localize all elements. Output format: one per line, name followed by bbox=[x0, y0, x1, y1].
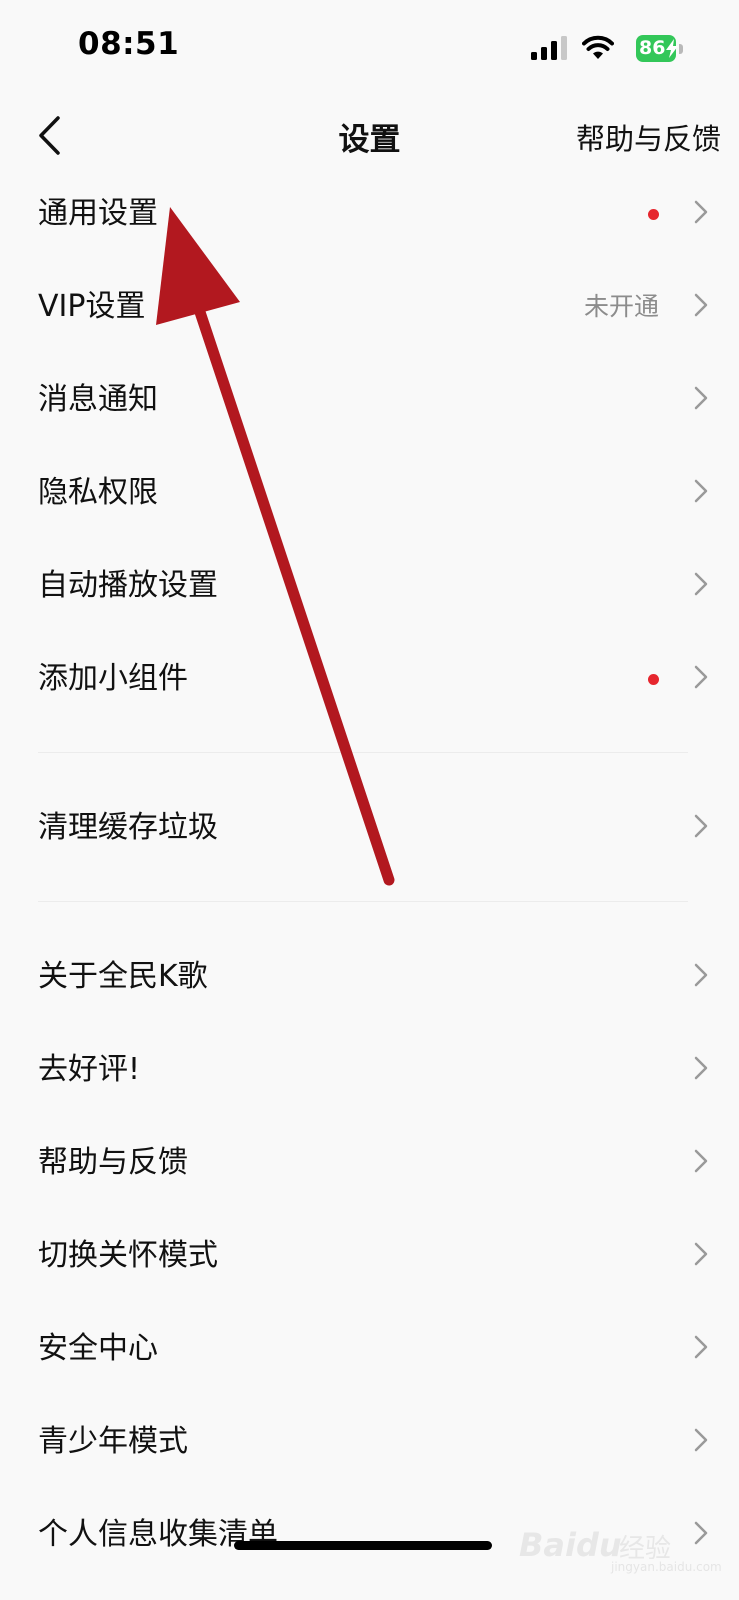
menu-item-label: 自动播放设置 bbox=[38, 568, 218, 603]
section-divider bbox=[38, 752, 688, 753]
battery-cap bbox=[679, 44, 683, 54]
chevron-right-icon bbox=[694, 963, 708, 987]
menu-item-teen-mode[interactable]: 青少年模式 bbox=[0, 1395, 739, 1488]
battery-level: 86 bbox=[639, 37, 666, 59]
red-dot-badge bbox=[648, 674, 659, 685]
menu-item-label: 隐私权限 bbox=[38, 475, 158, 510]
wifi-icon bbox=[582, 35, 614, 59]
menu-item-clear-cache[interactable]: 清理缓存垃圾 bbox=[0, 781, 739, 874]
battery-charging-icon bbox=[666, 39, 678, 58]
chevron-right-icon bbox=[694, 386, 708, 410]
chevron-right-icon bbox=[694, 1242, 708, 1266]
menu-item-value: 未开通 bbox=[583, 292, 659, 321]
menu-item-notifications[interactable]: 消息通知 bbox=[0, 353, 739, 446]
status-time: 08:51 bbox=[78, 26, 180, 62]
help-feedback-link[interactable]: 帮助与反馈 bbox=[576, 116, 721, 158]
watermark-logo: Baidu 经验 jingyan.baidu.com bbox=[519, 1524, 722, 1578]
menu-item-label: 消息通知 bbox=[38, 382, 158, 417]
chevron-right-icon bbox=[694, 1428, 708, 1452]
menu-item-label: 切换关怀模式 bbox=[38, 1238, 218, 1273]
menu-item-label: 清理缓存垃圾 bbox=[38, 810, 218, 845]
chevron-right-icon bbox=[694, 814, 708, 838]
menu-item-label: 安全中心 bbox=[38, 1331, 158, 1366]
menu-item-label: 关于全民K歌 bbox=[38, 959, 208, 994]
menu-item-vip[interactable]: VIP设置 未开通 bbox=[0, 260, 739, 353]
chevron-right-icon bbox=[694, 1149, 708, 1173]
menu-item-label: 去好评! bbox=[38, 1052, 141, 1087]
chevron-right-icon bbox=[694, 479, 708, 503]
menu-item-general[interactable]: 通用设置 bbox=[0, 167, 739, 260]
menu-item-label: VIP设置 bbox=[38, 289, 146, 324]
menu-item-privacy[interactable]: 隐私权限 bbox=[0, 446, 739, 539]
menu-item-help-feedback[interactable]: 帮助与反馈 bbox=[0, 1116, 739, 1209]
watermark-url: jingyan.baidu.com bbox=[611, 1560, 722, 1574]
signal-icon bbox=[531, 36, 567, 60]
section-divider bbox=[38, 901, 688, 902]
chevron-right-icon bbox=[694, 572, 708, 596]
menu-item-about[interactable]: 关于全民K歌 bbox=[0, 930, 739, 1023]
menu-item-rate[interactable]: 去好评! bbox=[0, 1023, 739, 1116]
menu-item-label: 通用设置 bbox=[38, 196, 158, 231]
chevron-right-icon bbox=[694, 665, 708, 689]
menu-item-autoplay[interactable]: 自动播放设置 bbox=[0, 539, 739, 632]
chevron-right-icon bbox=[694, 200, 708, 224]
chevron-right-icon bbox=[694, 293, 708, 317]
battery-indicator: 86 bbox=[636, 35, 678, 62]
home-indicator[interactable] bbox=[234, 1541, 492, 1550]
menu-item-label: 帮助与反馈 bbox=[38, 1145, 188, 1180]
chevron-right-icon bbox=[694, 1335, 708, 1359]
status-bar: 08:51 86 bbox=[0, 0, 739, 96]
menu-item-care-mode[interactable]: 切换关怀模式 bbox=[0, 1209, 739, 1302]
red-dot-badge bbox=[648, 209, 659, 220]
menu-item-label: 添加小组件 bbox=[38, 661, 188, 696]
menu-item-label: 青少年模式 bbox=[38, 1424, 188, 1459]
menu-item-add-widget[interactable]: 添加小组件 bbox=[0, 632, 739, 725]
watermark-brand: Baidu bbox=[519, 1526, 622, 1564]
chevron-right-icon bbox=[694, 1056, 708, 1080]
menu-item-security-center[interactable]: 安全中心 bbox=[0, 1302, 739, 1395]
menu-item-label: 个人信息收集清单 bbox=[38, 1517, 278, 1552]
